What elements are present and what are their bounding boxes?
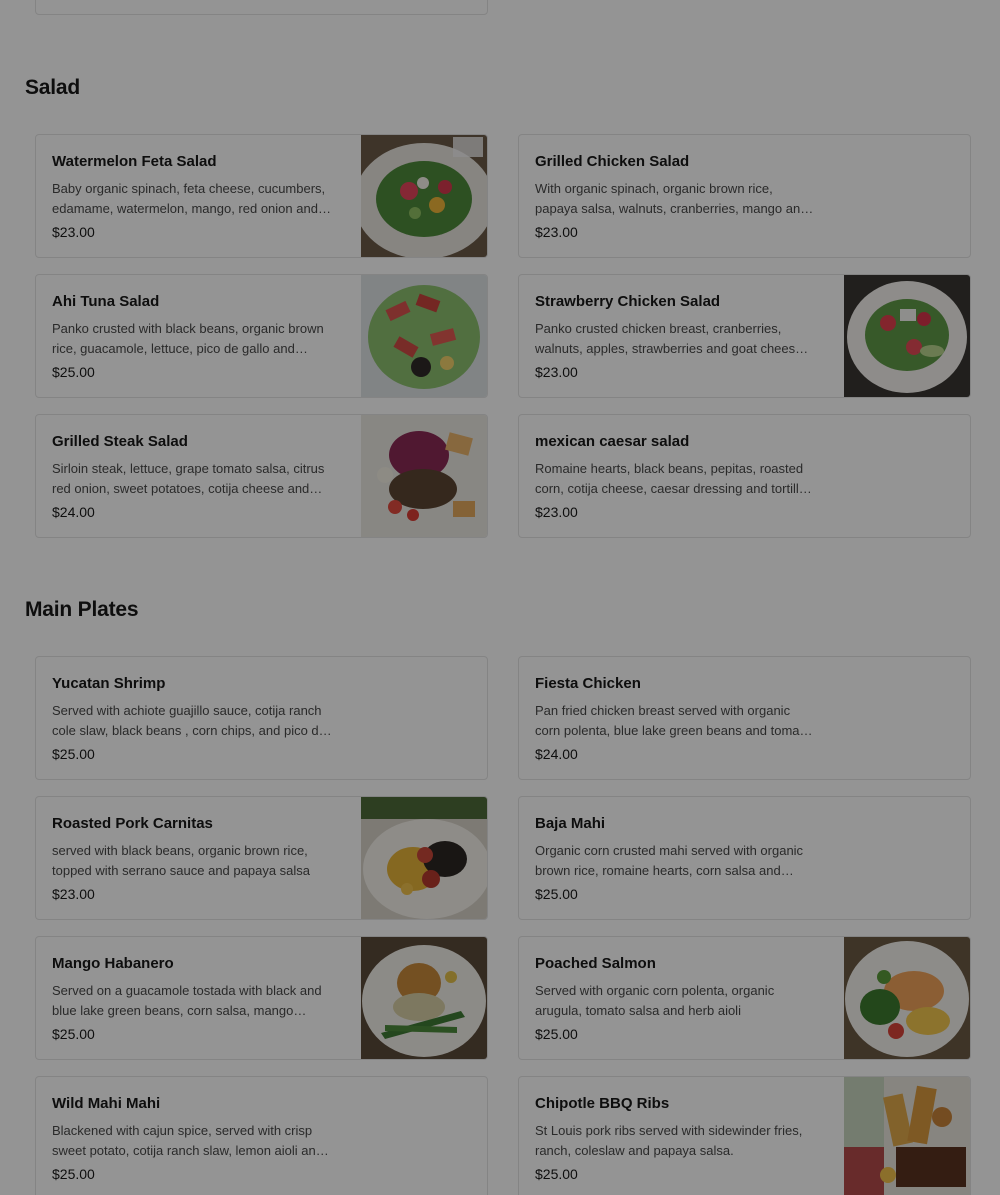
menu-item-card[interactable]: Grilled Chicken Salad With organic spina… — [518, 134, 971, 258]
menu-item-price: $25.00 — [52, 746, 95, 762]
menu-item-description: served with black beans, organic brown r… — [52, 843, 311, 878]
menu-item-name: Yucatan Shrimp — [52, 675, 166, 692]
menu-item-card[interactable]: Roasted Pork Carnitas served with black … — [35, 796, 488, 920]
menu-item-photo — [361, 275, 487, 397]
menu-item-description: Baby organic spinach, feta cheese, cucum… — [52, 181, 326, 216]
menu-item-name: Roasted Pork Carnitas — [52, 815, 213, 832]
menu-item-name: Strawberry Chicken Salad — [535, 293, 721, 310]
menu-item-price: $23.00 — [535, 224, 578, 240]
menu-item-price: $24.00 — [52, 504, 95, 520]
menu-item-description: Pan fried chicken breast served with org… — [535, 703, 811, 738]
menu-item-name: Watermelon Feta Salad — [52, 153, 217, 170]
menu-item-photo — [844, 1077, 970, 1195]
menu-item-price: $24.00 — [535, 746, 578, 762]
menu-item-price: $25.00 — [52, 364, 95, 380]
menu-item-name: Mango Habanero — [52, 955, 174, 972]
menu-item-card[interactable]: Strawberry Chicken Salad Panko crusted c… — [518, 274, 971, 398]
menu-item-card[interactable]: Baja Mahi Organic corn crusted mahi serv… — [518, 796, 971, 920]
menu-item-card[interactable]: Poached Salmon Served with organic corn … — [518, 936, 971, 1060]
menu-item-card[interactable]: Grilled Steak Salad Sirloin steak, lettu… — [35, 414, 488, 538]
menu-item-name: Fiesta Chicken — [535, 675, 641, 692]
menu-item-card[interactable]: Mango Habanero Served on a guacamole tos… — [35, 936, 488, 1060]
menu-item-price: $23.00 — [535, 364, 578, 380]
menu-item-description: Served on a guacamole tostada with black… — [52, 983, 322, 1018]
menu-item-description: With organic spinach, organic brown rice… — [535, 181, 808, 216]
menu-item-description: Panko crusted with black beans, organic … — [52, 321, 324, 356]
section-title-salad: Salad — [25, 76, 81, 99]
menu-item-price: $25.00 — [535, 1026, 578, 1042]
menu-item-photo — [844, 937, 970, 1059]
menu-item-card[interactable]: Chipotle BBQ Ribs St Louis pork ribs ser… — [518, 1076, 971, 1195]
menu-item-photo — [361, 415, 487, 537]
menu-item-photo — [361, 135, 487, 257]
menu-item-name: Grilled Chicken Salad — [535, 153, 690, 170]
menu-item-name: Wild Mahi Mahi — [52, 1095, 161, 1112]
menu-item-price: $25.00 — [535, 1166, 578, 1182]
menu-item-photo — [361, 937, 487, 1059]
menu-item-card[interactable]: Watermelon Feta Salad Baby organic spina… — [35, 134, 488, 258]
menu-item-description: Served with achiote guajillo sauce, coti… — [52, 703, 326, 738]
menu-item-description: St Louis pork ribs served with sidewinde… — [535, 1123, 803, 1158]
menu-page: Salad Watermelon Feta Salad Baby organic… — [0, 0, 1000, 1195]
menu-item-price: $23.00 — [52, 886, 95, 902]
menu-item-card[interactable]: Fiesta Chicken Pan fried chicken breast … — [518, 656, 971, 780]
menu-item-photo — [361, 797, 487, 919]
menu-item-name: Baja Mahi — [535, 815, 606, 832]
menu-item-description: Panko crusted chicken breast, cranberrie… — [535, 321, 803, 356]
menu-item-price: $23.00 — [535, 504, 578, 520]
menu-item-description: Served with organic corn polenta, organi… — [535, 983, 775, 1018]
menu-item-card[interactable]: Ahi Tuna Salad Panko crusted with black … — [35, 274, 488, 398]
menu-item-description: Romaine hearts, black beans, pepitas, ro… — [535, 461, 806, 496]
menu-item-card[interactable]: Yucatan Shrimp Served with achiote guaji… — [35, 656, 488, 780]
menu-item-price: $25.00 — [52, 1026, 95, 1042]
menu-item-description: Organic corn crusted mahi served with or… — [535, 843, 804, 878]
menu-item-name: Poached Salmon — [535, 955, 656, 972]
menu-item-name: Ahi Tuna Salad — [52, 293, 160, 310]
menu-item-name: Chipotle BBQ Ribs — [535, 1095, 670, 1112]
menu-item-card[interactable]: mexican caesar salad Romaine hearts, bla… — [518, 414, 971, 538]
menu-item-name: Grilled Steak Salad — [52, 433, 188, 450]
menu-item-name: mexican caesar salad — [535, 433, 690, 450]
menu-item-card[interactable]: Wild Mahi Mahi Blackened with cajun spic… — [35, 1076, 488, 1195]
menu-item-description: Blackened with cajun spice, served with … — [52, 1123, 323, 1158]
menu-item-description: Sirloin steak, lettuce, grape tomato sal… — [52, 461, 325, 496]
menu-item-price: $25.00 — [52, 1166, 95, 1182]
menu-item-card[interactable] — [35, 0, 488, 15]
section-title-main-plates: Main Plates — [25, 598, 139, 621]
menu-item-price: $23.00 — [52, 224, 95, 240]
menu-item-price: $25.00 — [535, 886, 578, 902]
menu-item-photo — [844, 275, 970, 397]
